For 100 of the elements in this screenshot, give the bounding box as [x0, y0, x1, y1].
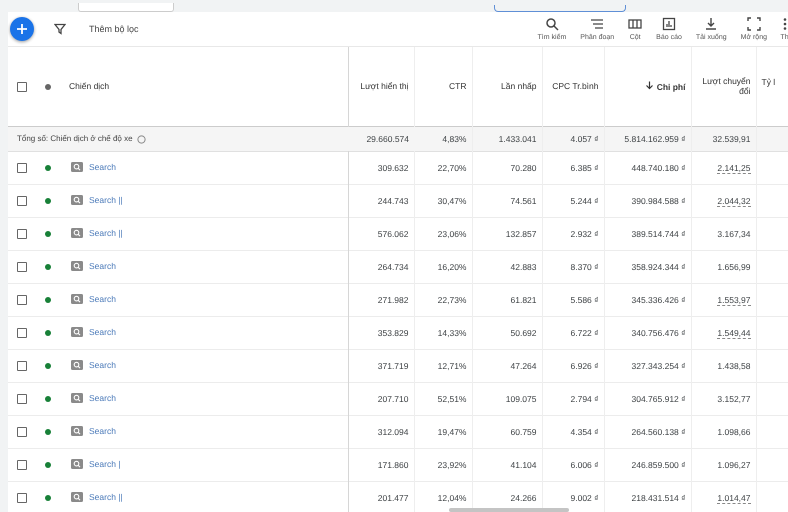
table-cell: 358.924.344 ₫ — [632, 262, 686, 272]
table-cell: 576.062 — [378, 228, 408, 238]
row-checkbox[interactable] — [17, 394, 27, 404]
search-icon — [71, 392, 83, 402]
table-cell: 50.692 — [510, 328, 536, 338]
table-cell: 132.857 — [506, 228, 536, 238]
table-cell: 14,33% — [438, 328, 466, 338]
table-cell: 246.859.500 ₫ — [632, 460, 686, 470]
table-cell: 207.710 — [378, 394, 408, 404]
select-all-checkbox[interactable] — [17, 82, 27, 92]
campaign-link[interactable]: Search — [89, 162, 116, 172]
total-cell: 5.814.162.959 ₫ — [624, 134, 686, 144]
table-cell: 1.096,27 — [717, 460, 750, 470]
table-cell: 16,20% — [438, 262, 466, 272]
table-cell: 12,04% — [438, 492, 466, 502]
row-checkbox[interactable] — [17, 262, 27, 272]
table-cell: 327.343.254 ₫ — [632, 360, 686, 370]
row-checkbox[interactable] — [17, 196, 27, 206]
search-icon — [71, 194, 83, 204]
campaign-link[interactable]: Search — [89, 260, 116, 270]
table-cell: 218.431.514 ₫ — [632, 492, 686, 502]
search-icon — [71, 426, 83, 436]
campaign-link[interactable]: Search | — [89, 458, 121, 468]
row-checkbox[interactable] — [17, 360, 27, 371]
table-cell: 1.014,47 — [717, 492, 750, 504]
table-cell: 5.244 ₫ — [570, 196, 598, 206]
table-cell: 5.586 ₫ — [570, 294, 598, 304]
report-icon — [662, 17, 676, 31]
column-header[interactable]: CTR — [449, 81, 466, 92]
table-cell: 2.932 ₫ — [570, 228, 598, 238]
column-header[interactable]: Tỷ l — [762, 77, 776, 87]
column-header[interactable]: Lượt chuyển đổi — [696, 76, 750, 96]
column-header[interactable]: Chiến dịch — [69, 81, 110, 92]
table-cell: 74.561 — [510, 196, 536, 206]
row-checkbox[interactable] — [17, 228, 27, 239]
table-cell: 42.883 — [510, 262, 536, 272]
table-cell: 345.336.426 ₫ — [632, 294, 686, 304]
table-cell: 60.759 — [510, 426, 536, 436]
table-cell: 6.722 ₫ — [570, 328, 598, 338]
table-cell: 22,70% — [438, 162, 466, 172]
table-cell: 3.167,34 — [717, 228, 750, 238]
total-cell: 4.057 ₫ — [570, 134, 598, 144]
campaign-link[interactable]: Search || — [89, 492, 123, 502]
campaign-link[interactable]: Search — [89, 426, 116, 436]
row-checkbox[interactable] — [17, 426, 27, 437]
download-icon — [704, 17, 718, 31]
total-label: Tổng số: Chiến dịch ở chế độ xe — [17, 134, 133, 144]
table-cell: 390.984.588 ₫ — [632, 196, 686, 206]
search-icon — [71, 228, 83, 238]
column-header[interactable]: CPC Tr.bình — [552, 81, 598, 92]
campaign-link[interactable]: Search — [89, 360, 116, 370]
campaign-link[interactable]: Search — [89, 326, 116, 336]
filter-icon[interactable] — [54, 23, 66, 35]
table-cell: 353.829 — [378, 328, 408, 338]
search-icon — [71, 326, 83, 336]
table-cell: 309.632 — [378, 162, 408, 172]
search-icon — [71, 492, 83, 502]
table-cell: 23,92% — [438, 460, 466, 470]
campaign-link[interactable]: Search — [89, 392, 116, 402]
row-checkbox[interactable] — [17, 492, 27, 503]
table-cell: 2.044,32 — [717, 196, 750, 206]
horizontal-scrollbar[interactable] — [449, 508, 569, 512]
table-cell: 304.765.912 ₫ — [632, 394, 686, 404]
campaign-link[interactable]: Search — [89, 294, 116, 304]
table-cell: 244.743 — [378, 196, 408, 206]
table-cell: 1.656,99 — [717, 262, 750, 272]
column-header[interactable]: Chi phí — [645, 80, 686, 92]
help-icon[interactable] — [136, 134, 146, 144]
search-icon — [71, 260, 83, 270]
column-header[interactable]: Lượt hiển thị — [360, 81, 408, 92]
table-cell: 3.152,77 — [717, 394, 750, 404]
table-cell: 109.075 — [506, 394, 536, 404]
table-cell: 6.385 ₫ — [570, 162, 598, 172]
columns-icon — [628, 17, 642, 31]
filter-label[interactable]: Thêm bộ lọc — [89, 24, 139, 34]
row-checkbox[interactable] — [17, 460, 27, 470]
row-checkbox[interactable] — [17, 294, 27, 305]
table-cell: 12,71% — [438, 360, 466, 370]
table-cell: 8.370 ₫ — [570, 262, 598, 272]
table-cell: 201.477 — [378, 492, 408, 502]
search-icon — [71, 294, 83, 304]
table-cell: 22,73% — [438, 294, 466, 304]
table-cell: 264.734 — [378, 262, 408, 272]
table-cell: 30,47% — [438, 196, 466, 206]
total-cell: 1.433.041 — [498, 134, 536, 144]
table-cell: 1.549,44 — [717, 328, 750, 338]
status-dot — [45, 84, 51, 90]
table-cell: 6.006 ₫ — [570, 460, 598, 470]
table-cell: 47.264 — [510, 360, 536, 370]
campaign-link[interactable]: Search || — [89, 228, 123, 238]
total-cell: 32.539,91 — [712, 134, 750, 144]
table-cell: 1.098,66 — [717, 426, 750, 436]
table-cell: 1.438,58 — [717, 360, 750, 370]
campaign-link[interactable]: Search || — [89, 194, 123, 204]
table-cell: 41.104 — [510, 460, 536, 470]
row-checkbox[interactable] — [17, 162, 27, 173]
add-button[interactable] — [10, 17, 34, 41]
row-checkbox[interactable] — [17, 328, 27, 338]
table-cell: 4.354 ₫ — [570, 426, 598, 436]
column-header[interactable]: Lần nhấp — [501, 81, 536, 92]
